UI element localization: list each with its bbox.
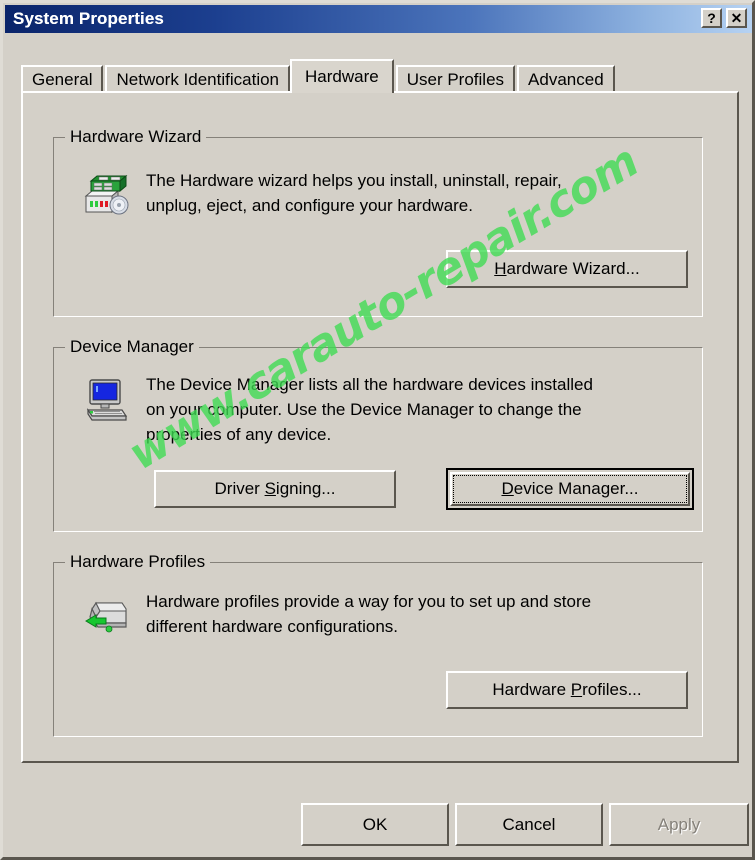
- device-manager-description: The Device Manager lists all the hardwar…: [146, 375, 593, 444]
- titlebar-button-group: ? ✕: [701, 8, 747, 28]
- system-properties-dialog: System Properties ? ✕ General Network Id…: [0, 0, 755, 860]
- cancel-button[interactable]: Cancel: [455, 803, 603, 846]
- device-manager-button-accel: D: [501, 479, 514, 498]
- hardware-profiles-description: Hardware profiles provide a way for you …: [146, 592, 592, 636]
- close-button[interactable]: ✕: [726, 8, 747, 28]
- computer-icon: [82, 376, 130, 424]
- hardware-profiles-button[interactable]: Hardware Profiles...: [446, 671, 688, 709]
- hardware-wizard-button-label: ardware Wizard...: [506, 259, 640, 278]
- hardware-profiles-group: Hardware Profiles Hardware profiles prov…: [53, 552, 703, 737]
- hardware-wizard-description: The Hardware wizard helps you install, u…: [146, 171, 562, 215]
- title-bar[interactable]: System Properties ? ✕: [5, 5, 752, 33]
- driver-signing-button[interactable]: Driver Signing...: [154, 470, 396, 508]
- driver-signing-button-label-suffix: igning...: [275, 479, 336, 498]
- hardware-profiles-group-title: Hardware Profiles: [65, 552, 211, 572]
- device-manager-group: Device Manager The Device Manager lists …: [53, 337, 703, 532]
- ok-button[interactable]: OK: [301, 803, 449, 846]
- tab-strip: General Network Identification Hardware …: [21, 59, 617, 93]
- device-manager-button[interactable]: Device Manager...: [446, 468, 694, 510]
- device-manager-button-label: evice Manager...: [513, 479, 639, 498]
- ok-button-label: OK: [362, 814, 388, 834]
- tab-network-identification[interactable]: Network Identification: [105, 65, 291, 93]
- driver-signing-button-label-prefix: Driver: [214, 479, 265, 498]
- tab-hardware[interactable]: Hardware: [290, 59, 394, 93]
- help-button[interactable]: ?: [701, 8, 722, 28]
- hardware-tab-panel: Hardware Wizard The Hardware wizard help…: [21, 91, 739, 763]
- hardware-wizard-button[interactable]: Hardware Wizard...: [446, 250, 688, 288]
- driver-signing-button-accel: S: [264, 479, 276, 498]
- hardware-profiles-button-accel: P: [570, 680, 583, 699]
- tab-general[interactable]: General: [21, 65, 104, 93]
- tab-advanced[interactable]: Advanced: [517, 65, 615, 93]
- hardware-wizard-group-title: Hardware Wizard: [65, 127, 207, 147]
- circuit-board-drive-icon: [82, 170, 130, 218]
- cancel-button-label: Cancel: [502, 814, 556, 834]
- window-title: System Properties: [13, 9, 164, 28]
- hardware-wizard-button-accel: H: [494, 259, 507, 278]
- apply-button-label: Apply: [657, 814, 701, 834]
- hardware-profiles-button-label-suffix: rofiles...: [582, 680, 642, 699]
- tab-user-profiles[interactable]: User Profiles: [395, 65, 516, 93]
- hardware-wizard-group: Hardware Wizard The Hardware wizard help…: [53, 127, 703, 317]
- hardware-profiles-button-label-prefix: Hardware: [492, 680, 571, 699]
- hardware-profile-box-icon: [82, 591, 130, 639]
- apply-button: Apply: [609, 803, 749, 846]
- device-manager-group-title: Device Manager: [65, 337, 199, 357]
